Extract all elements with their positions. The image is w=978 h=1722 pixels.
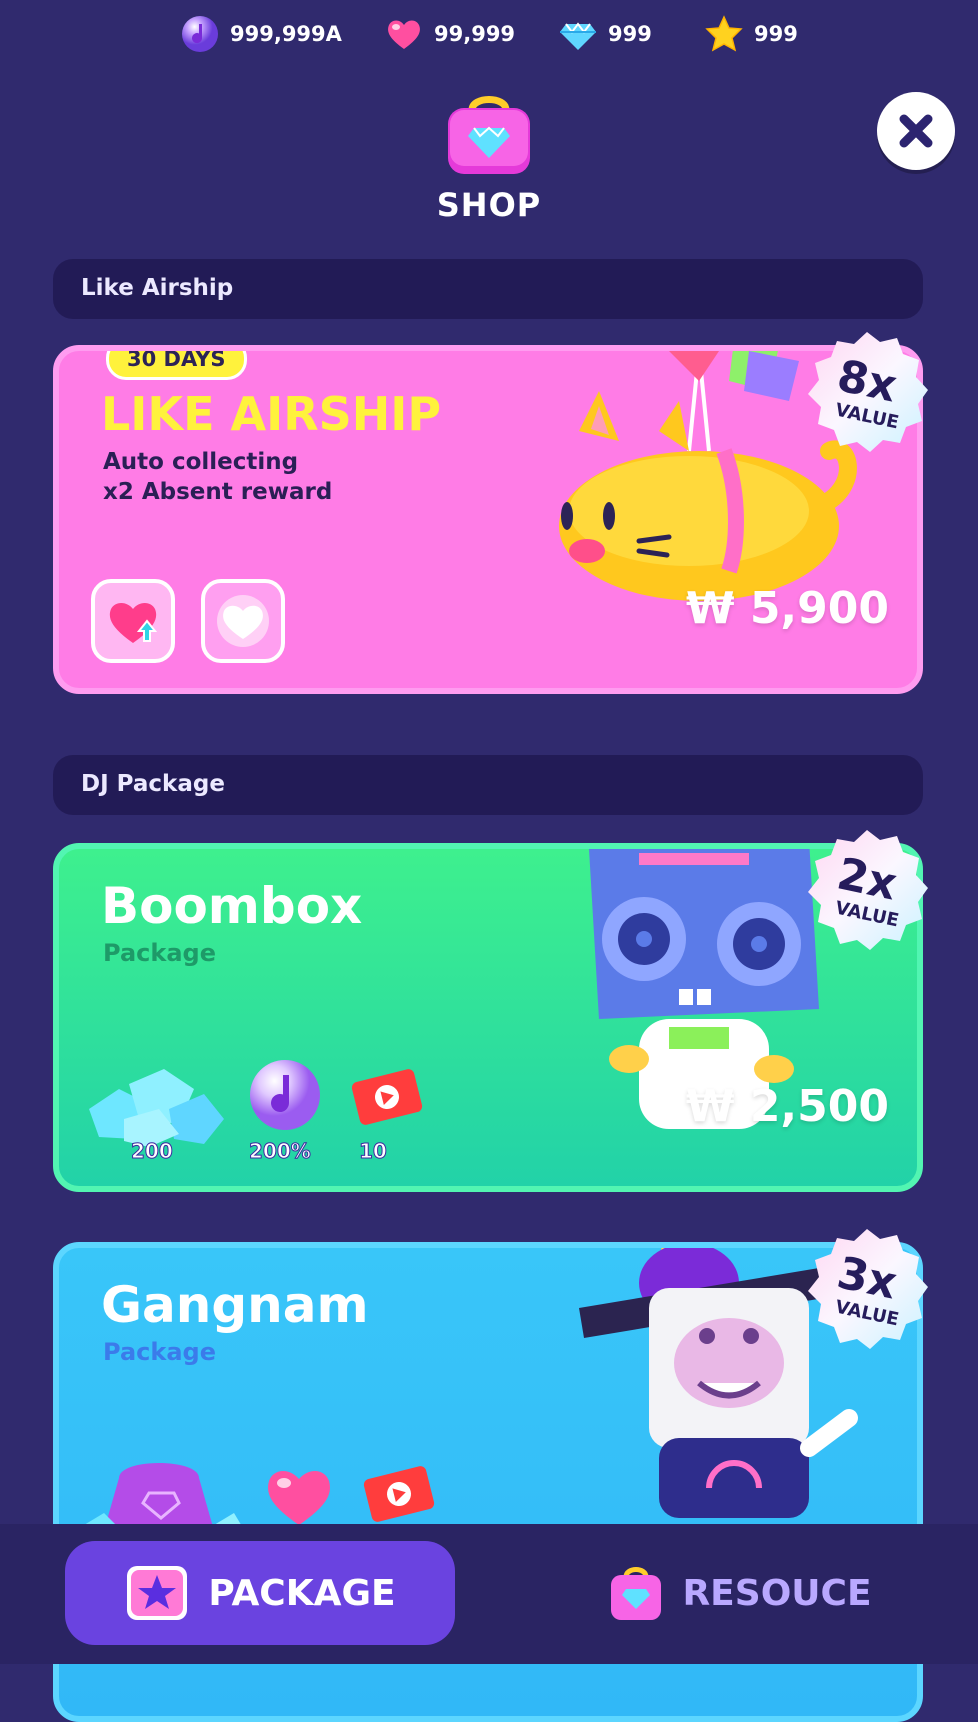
- card-subtitle: Package: [103, 939, 216, 967]
- currency-heart: 99,999: [384, 12, 515, 56]
- card-title: LIKE AIRSHIP: [101, 387, 442, 441]
- music-orb-icon: [250, 1060, 320, 1130]
- currency-bar: 999,999A 99,999 999 999: [0, 12, 978, 56]
- tab-label: RESOUCE: [682, 1572, 872, 1614]
- item-count: 200: [131, 1139, 174, 1164]
- price-label: ₩ 5,900: [685, 583, 889, 634]
- card-title: Gangnam: [101, 1276, 369, 1334]
- item-heart-boost: [91, 579, 175, 663]
- item-heart-glow: [201, 579, 285, 663]
- heart-glow-icon: [217, 595, 269, 647]
- card-title: Boombox: [101, 877, 363, 935]
- section-label: Like Airship: [81, 275, 234, 301]
- currency-heart-value: 99,999: [434, 22, 516, 46]
- diamond-pile-icon: [89, 1069, 224, 1147]
- shop-bag-icon: [611, 1567, 662, 1620]
- boombox-card[interactable]: Boombox Package 200 200% 10 ₩ 2,500: [53, 843, 923, 1192]
- heart-icon: [268, 1470, 330, 1525]
- value-badge-8x: 8x VALUE: [802, 328, 932, 458]
- currency-music: 999,999A: [180, 12, 342, 56]
- close-button[interactable]: [877, 92, 955, 170]
- music-orb-icon: [182, 16, 218, 52]
- ticket-icon: [363, 1466, 435, 1522]
- bottom-tab-bar: PACKAGE RESOUCE: [0, 1524, 978, 1664]
- desc-line: Auto collecting: [103, 449, 299, 475]
- star-card-icon: [127, 1566, 188, 1620]
- item-count: 10: [359, 1139, 388, 1164]
- close-icon: [899, 114, 933, 148]
- duration-badge: 30 DAYS: [106, 351, 247, 380]
- price-label: ₩ 2,500: [685, 1081, 889, 1132]
- item-count: 200%: [249, 1139, 312, 1164]
- star-icon: [705, 15, 743, 52]
- value-badge-3x: 3x VALUE: [802, 1225, 932, 1355]
- tab-package[interactable]: PACKAGE: [65, 1541, 455, 1645]
- currency-music-value: 999,999A: [230, 22, 342, 46]
- shop-bag-icon: [448, 96, 530, 174]
- section-header-dj: DJ Package: [53, 755, 923, 815]
- heart-icon: [388, 20, 420, 49]
- airship-card[interactable]: LIKE AIRSHIP Auto collecting x2 Absent r…: [53, 345, 923, 694]
- tab-label: PACKAGE: [208, 1572, 396, 1614]
- value-badge-2x: 2x VALUE: [802, 826, 932, 956]
- currency-star: 999: [704, 12, 798, 56]
- desc-line: x2 Absent reward: [103, 479, 333, 505]
- section-header-airship: Like Airship: [53, 259, 923, 319]
- heart-up-icon: [109, 603, 158, 643]
- currency-diamond: 999: [558, 12, 652, 56]
- card-subtitle: Package: [103, 1338, 216, 1366]
- ticket-icon: [351, 1069, 423, 1125]
- currency-star-value: 999: [754, 22, 798, 46]
- tab-resouce[interactable]: RESOUCE: [590, 1541, 890, 1645]
- currency-diamond-value: 999: [608, 22, 652, 46]
- section-label: DJ Package: [81, 771, 225, 797]
- card-description: Auto collecting x2 Absent reward: [103, 447, 332, 507]
- diamond-icon: [560, 22, 596, 50]
- page-title: SHOP: [436, 186, 542, 224]
